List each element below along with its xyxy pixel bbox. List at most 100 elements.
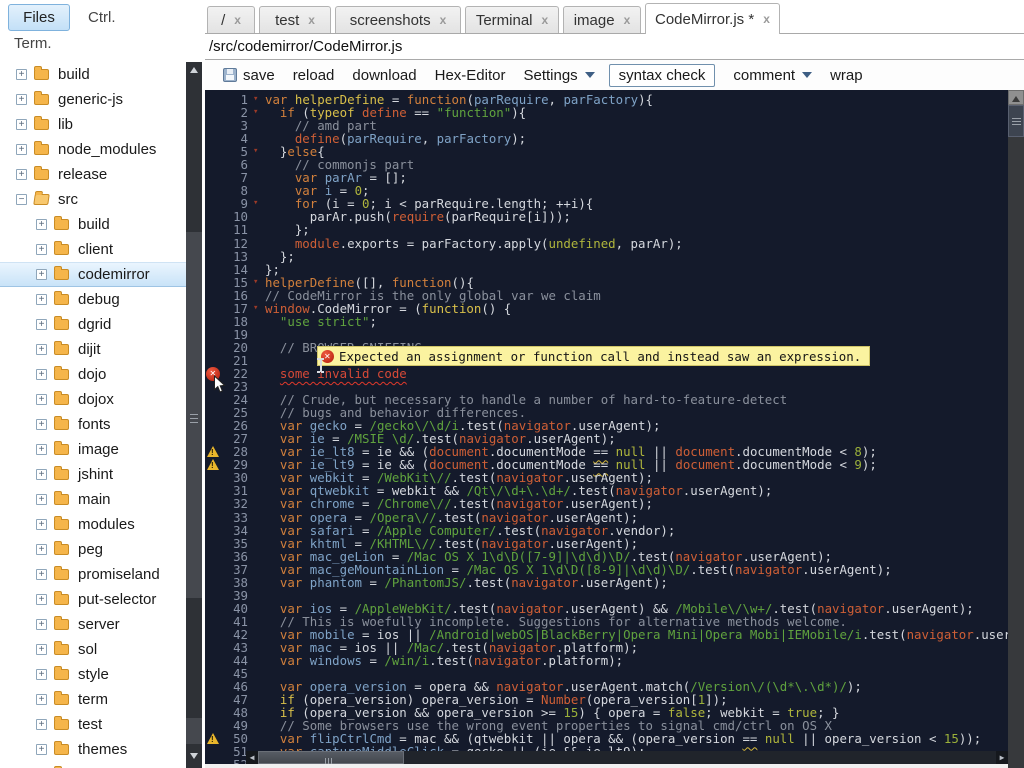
ctrl-tab-button[interactable]: Ctrl. bbox=[88, 9, 116, 26]
tree-item-dijit[interactable]: + dijit bbox=[0, 337, 186, 362]
expand-plus-icon[interactable]: + bbox=[36, 619, 47, 630]
tree-item-sol[interactable]: + sol bbox=[0, 637, 186, 662]
warning-icon[interactable] bbox=[207, 459, 219, 471]
close-icon[interactable]: x bbox=[542, 13, 549, 27]
tree-item-peg[interactable]: + peg bbox=[0, 537, 186, 562]
warning-icon[interactable] bbox=[207, 446, 219, 458]
comment-button[interactable]: comment bbox=[733, 67, 813, 84]
code-line-13[interactable]: 13 }; bbox=[205, 250, 1008, 263]
fold-arrow-icon[interactable]: ▾ bbox=[253, 302, 265, 315]
code-line-22[interactable]: 22 some invalid code bbox=[205, 367, 1008, 381]
expand-plus-icon[interactable]: + bbox=[36, 319, 47, 330]
tree-item-image[interactable]: + image bbox=[0, 437, 186, 462]
expand-plus-icon[interactable]: + bbox=[36, 669, 47, 680]
tree-item-debug[interactable]: + debug bbox=[0, 287, 186, 312]
sidebar-scrollbar-thumb[interactable] bbox=[186, 62, 202, 232]
reload-button[interactable]: reload bbox=[293, 67, 335, 84]
tree-item-codemirror[interactable]: + codemirror bbox=[0, 262, 186, 287]
tree-item-term[interactable]: + term bbox=[0, 687, 186, 712]
fold-arrow-icon[interactable]: ▾ bbox=[253, 197, 265, 210]
expand-plus-icon[interactable]: + bbox=[36, 344, 47, 355]
tree-item-main[interactable]: + main bbox=[0, 487, 186, 512]
fold-arrow-icon[interactable]: ▾ bbox=[253, 145, 265, 158]
tab-screenshots[interactable]: screenshots x bbox=[335, 6, 461, 33]
expand-plus-icon[interactable]: + bbox=[36, 394, 47, 405]
path-input[interactable]: /src/codemirror/CodeMirror.js bbox=[205, 33, 1024, 60]
tab-terminal[interactable]: Terminal x bbox=[465, 6, 559, 33]
tree-item-promiseland[interactable]: + promiseland bbox=[0, 562, 186, 587]
editor-hscroll-thumb[interactable] bbox=[258, 751, 404, 765]
code-line-38[interactable]: 38 var phantom = /PhantomJS/.test(naviga… bbox=[205, 576, 1008, 589]
expand-plus-icon[interactable]: + bbox=[36, 244, 47, 255]
tree-item-test[interactable]: + test bbox=[0, 712, 186, 737]
tree-item-dgrid[interactable]: + dgrid bbox=[0, 312, 186, 337]
close-icon[interactable]: x bbox=[440, 13, 447, 27]
sidebar-scrollbar[interactable] bbox=[186, 62, 202, 768]
tree-item-lib[interactable]: + lib bbox=[0, 112, 186, 137]
close-icon[interactable]: x bbox=[308, 13, 315, 27]
tree-item-themes[interactable]: + themes bbox=[0, 737, 186, 762]
expand-plus-icon[interactable]: + bbox=[36, 419, 47, 430]
expand-plus-icon[interactable]: + bbox=[36, 444, 47, 455]
expand-plus-icon[interactable]: + bbox=[36, 469, 47, 480]
expand-plus-icon[interactable]: + bbox=[36, 694, 47, 705]
tab-image[interactable]: image x bbox=[563, 6, 641, 33]
sidebar-scroll-down-button[interactable] bbox=[186, 744, 202, 768]
syntax-check-button[interactable]: syntax check bbox=[608, 63, 716, 87]
scroll-right-button[interactable]: ▶ bbox=[996, 751, 1008, 764]
code-line-18[interactable]: 18 "use strict"; bbox=[205, 315, 1008, 328]
splitter-grip-icon[interactable] bbox=[190, 414, 198, 415]
expand-plus-icon[interactable]: + bbox=[36, 369, 47, 380]
editor-vscroll-thumb[interactable] bbox=[1008, 105, 1024, 137]
scroll-left-button[interactable]: ◀ bbox=[246, 751, 258, 764]
expand-plus-icon[interactable]: + bbox=[36, 544, 47, 555]
tab-codemirror-js-[interactable]: CodeMirror.js * x bbox=[645, 3, 780, 34]
close-icon[interactable]: x bbox=[234, 13, 241, 27]
tree-item-server[interactable]: + server bbox=[0, 612, 186, 637]
term-tab-button[interactable]: Term. bbox=[14, 35, 52, 52]
expand-plus-icon[interactable]: + bbox=[36, 219, 47, 230]
tree-item-jshint[interactable]: + jshint bbox=[0, 462, 186, 487]
hex-editor-button[interactable]: Hex-Editor bbox=[435, 67, 506, 84]
tree-item-style[interactable]: + style bbox=[0, 662, 186, 687]
expand-plus-icon[interactable]: + bbox=[16, 169, 27, 180]
expand-plus-icon[interactable]: + bbox=[36, 719, 47, 730]
wrap-button[interactable]: wrap bbox=[830, 67, 863, 84]
code-line-44[interactable]: 44 var windows = /win/i.test(navigator.p… bbox=[205, 654, 1008, 667]
code-line-12[interactable]: 12 module.exports = parFactory.apply(und… bbox=[205, 236, 1008, 249]
collapse-minus-icon[interactable]: − bbox=[16, 194, 27, 205]
tree-item-dojox[interactable]: + dojox bbox=[0, 387, 186, 412]
tree-item-generic-js[interactable]: + generic-js bbox=[0, 87, 186, 112]
expand-plus-icon[interactable]: + bbox=[16, 144, 27, 155]
expand-plus-icon[interactable]: + bbox=[16, 94, 27, 105]
fold-arrow-icon[interactable]: ▾ bbox=[253, 276, 265, 289]
save-button[interactable]: save bbox=[223, 67, 275, 84]
sidebar-scrollbar-thumb2[interactable] bbox=[186, 598, 202, 718]
warning-icon[interactable] bbox=[207, 733, 219, 745]
close-icon[interactable]: x bbox=[763, 12, 770, 26]
tree-item-modules[interactable]: + modules bbox=[0, 512, 186, 537]
tree-item-dojo[interactable]: + dojo bbox=[0, 362, 186, 387]
expand-plus-icon[interactable]: + bbox=[36, 269, 47, 280]
code-line-10[interactable]: 10 parAr.push(require(parRequire[i])); bbox=[205, 210, 1008, 223]
editor-horizontal-scrollbar[interactable]: ◀ ▶ bbox=[246, 751, 1008, 765]
fold-arrow-icon[interactable]: ▾ bbox=[253, 93, 265, 106]
editor-vertical-scrollbar[interactable] bbox=[1008, 90, 1024, 768]
tree-item-node_modules[interactable]: + node_modules bbox=[0, 137, 186, 162]
expand-plus-icon[interactable]: + bbox=[36, 594, 47, 605]
expand-plus-icon[interactable]: + bbox=[36, 494, 47, 505]
tree-item-build[interactable]: + build bbox=[0, 212, 186, 237]
tree-item-put-selector[interactable]: + put-selector bbox=[0, 587, 186, 612]
fold-arrow-icon[interactable]: ▾ bbox=[253, 106, 265, 119]
tree-item-util[interactable]: +util bbox=[0, 762, 186, 768]
code-line-4[interactable]: 4 define(parRequire, parFactory); bbox=[205, 132, 1008, 145]
editor-scroll-up-button[interactable] bbox=[1008, 90, 1024, 105]
scroll-up-icon[interactable] bbox=[190, 67, 198, 73]
files-tab-button[interactable]: Files bbox=[8, 4, 70, 31]
expand-plus-icon[interactable]: + bbox=[36, 644, 47, 655]
download-button[interactable]: download bbox=[352, 67, 416, 84]
tab--[interactable]: / x bbox=[207, 6, 255, 33]
tree-item-fonts[interactable]: + fonts bbox=[0, 412, 186, 437]
expand-plus-icon[interactable]: + bbox=[36, 519, 47, 530]
expand-plus-icon[interactable]: + bbox=[36, 569, 47, 580]
